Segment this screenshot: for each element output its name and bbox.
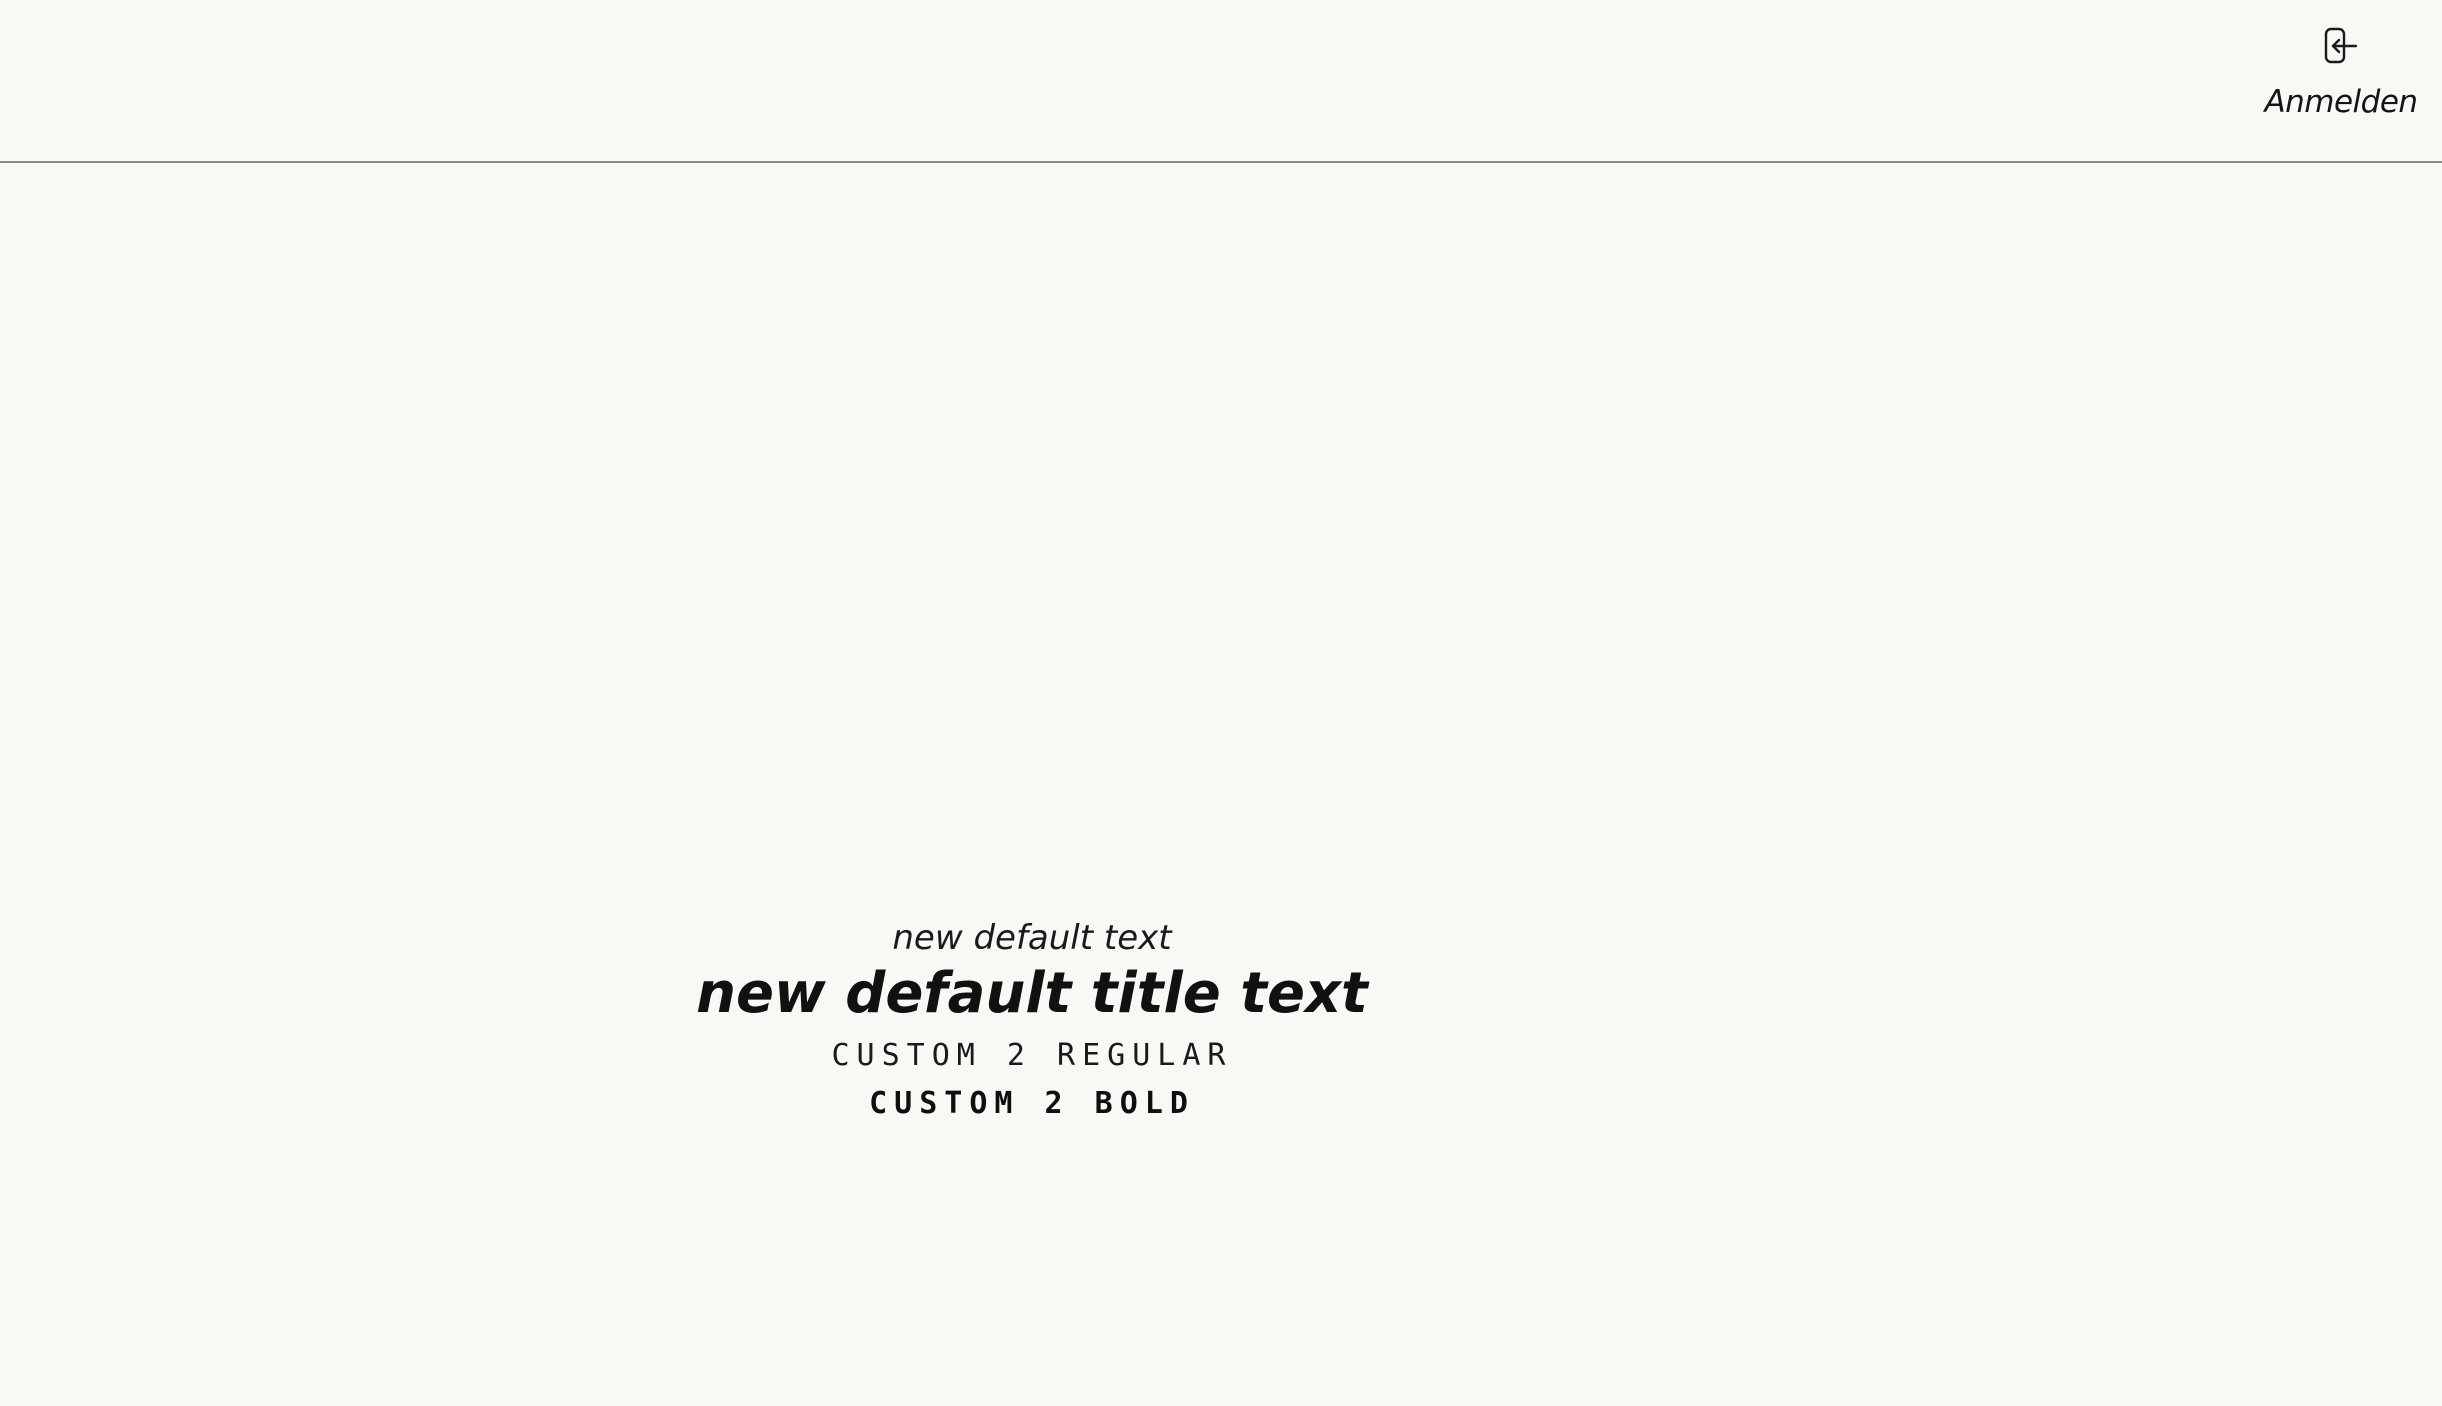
font-samples: new default text new default title text … (532, 910, 1532, 1128)
login-label: Anmelden (2264, 84, 2418, 120)
login-icon (2324, 27, 2358, 64)
custom-regular-sample: CUSTOM 2 REGULAR (831, 1038, 1233, 1073)
custom-bold-sample: CUSTOM 2 BOLD (869, 1086, 1195, 1121)
page: Anmelden new default text new default ti… (0, 0, 2442, 1406)
top-bar: Anmelden (0, 0, 2442, 163)
default-text-sample: new default text (892, 918, 1172, 958)
default-title-sample: new default title text (696, 961, 1368, 1026)
login-button[interactable]: Anmelden (2264, 22, 2418, 132)
